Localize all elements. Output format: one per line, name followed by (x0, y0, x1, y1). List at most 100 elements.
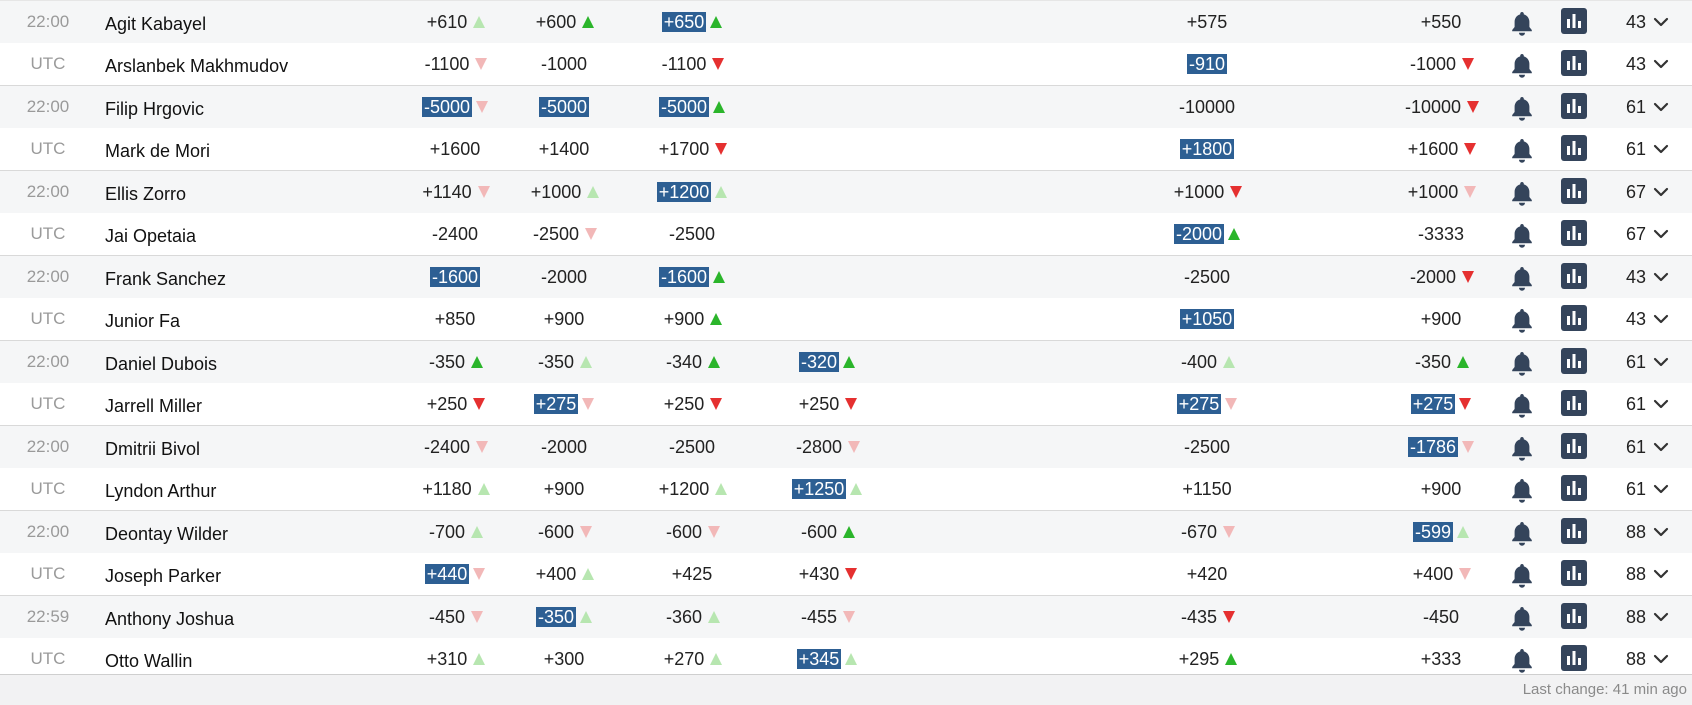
bell-icon[interactable] (1508, 605, 1536, 631)
chevron-down-icon[interactable] (1652, 480, 1670, 498)
odds-cell[interactable]: -1000 (504, 43, 624, 85)
bell-icon[interactable] (1508, 137, 1536, 163)
fighter-name[interactable]: Agit Kabayel (105, 1, 206, 43)
fighter-name[interactable]: Mark de Mori (105, 128, 210, 170)
chevron-down-icon[interactable] (1652, 98, 1670, 116)
props-count[interactable]: 88 (1618, 596, 1646, 638)
odds-cell[interactable]: +900 (632, 298, 752, 340)
odds-cell[interactable]: -599 (1381, 511, 1501, 553)
odds-cell[interactable]: -5000 (632, 86, 752, 128)
props-count[interactable]: 43 (1618, 298, 1646, 340)
odds-cell[interactable]: -1100 (632, 43, 752, 85)
odds-cell[interactable]: +900 (504, 468, 624, 510)
odds-cell[interactable]: -320 (767, 341, 887, 383)
props-count[interactable]: 88 (1618, 553, 1646, 595)
odds-cell[interactable]: -455 (767, 596, 887, 638)
bell-icon[interactable] (1508, 477, 1536, 503)
bar-chart-icon[interactable] (1561, 178, 1587, 204)
fighter-name[interactable]: Jai Opetaia (105, 213, 196, 255)
fighter-name[interactable]: Arslanbek Makhmudov (105, 43, 288, 85)
odds-cell[interactable]: +1150 (1147, 468, 1267, 510)
bell-icon[interactable] (1508, 52, 1536, 78)
odds-cell[interactable]: -2500 (504, 213, 624, 255)
chevron-down-icon[interactable] (1652, 268, 1670, 286)
odds-cell[interactable]: +1000 (504, 171, 624, 213)
odds-cell[interactable]: -3333 (1381, 213, 1501, 255)
bar-chart-icon[interactable] (1561, 8, 1587, 34)
odds-cell[interactable]: -1100 (395, 43, 515, 85)
fighter-name[interactable]: Anthony Joshua (105, 596, 234, 638)
odds-cell[interactable]: +250 (767, 383, 887, 425)
chevron-down-icon[interactable] (1652, 225, 1670, 243)
props-count[interactable]: 61 (1618, 86, 1646, 128)
fighter-name[interactable]: Lyndon Arthur (105, 468, 216, 510)
bar-chart-icon[interactable] (1561, 263, 1587, 289)
odds-cell[interactable]: +850 (395, 298, 515, 340)
fighter-name[interactable]: Joseph Parker (105, 553, 221, 595)
odds-cell[interactable]: +250 (395, 383, 515, 425)
bar-chart-icon[interactable] (1561, 348, 1587, 374)
odds-cell[interactable]: +275 (504, 383, 624, 425)
fighter-name[interactable]: Jarrell Miller (105, 383, 202, 425)
odds-cell[interactable]: -600 (632, 511, 752, 553)
fighter-name[interactable]: Deontay Wilder (105, 511, 228, 553)
bar-chart-icon[interactable] (1561, 390, 1587, 416)
chevron-down-icon[interactable] (1652, 183, 1670, 201)
fighter-name[interactable]: Dmitrii Bivol (105, 426, 200, 468)
odds-cell[interactable]: +1600 (1381, 128, 1501, 170)
odds-cell[interactable]: +275 (1147, 383, 1267, 425)
bell-icon[interactable] (1508, 222, 1536, 248)
odds-cell[interactable]: -2500 (632, 213, 752, 255)
bell-icon[interactable] (1508, 562, 1536, 588)
odds-cell[interactable]: +1140 (395, 171, 515, 213)
odds-cell[interactable]: -340 (632, 341, 752, 383)
odds-cell[interactable]: +600 (504, 1, 624, 43)
props-count[interactable]: 43 (1618, 1, 1646, 43)
bar-chart-icon[interactable] (1561, 475, 1587, 501)
odds-cell[interactable]: -1000 (1381, 43, 1501, 85)
props-count[interactable]: 88 (1618, 511, 1646, 553)
odds-cell[interactable]: +440 (395, 553, 515, 595)
bell-icon[interactable] (1508, 95, 1536, 121)
odds-cell[interactable]: -350 (504, 596, 624, 638)
fighter-name[interactable]: Ellis Zorro (105, 171, 186, 213)
bar-chart-icon[interactable] (1561, 603, 1587, 629)
bar-chart-icon[interactable] (1561, 93, 1587, 119)
odds-cell[interactable]: +650 (632, 1, 752, 43)
odds-cell[interactable]: -350 (1381, 341, 1501, 383)
chevron-down-icon[interactable] (1652, 395, 1670, 413)
odds-cell[interactable]: -1600 (632, 256, 752, 298)
bar-chart-icon[interactable] (1561, 220, 1587, 246)
chevron-down-icon[interactable] (1652, 438, 1670, 456)
bell-icon[interactable] (1508, 647, 1536, 673)
odds-cell[interactable]: -2400 (395, 426, 515, 468)
props-count[interactable]: 61 (1618, 383, 1646, 425)
fighter-name[interactable]: Frank Sanchez (105, 256, 226, 298)
chevron-down-icon[interactable] (1652, 523, 1670, 541)
odds-cell[interactable]: -1786 (1381, 426, 1501, 468)
chevron-down-icon[interactable] (1652, 55, 1670, 73)
props-count[interactable]: 43 (1618, 43, 1646, 85)
odds-cell[interactable]: +275 (1381, 383, 1501, 425)
props-count[interactable]: 61 (1618, 128, 1646, 170)
odds-cell[interactable]: +1800 (1147, 128, 1267, 170)
odds-cell[interactable]: -1600 (395, 256, 515, 298)
odds-cell[interactable]: -350 (395, 341, 515, 383)
props-count[interactable]: 67 (1618, 213, 1646, 255)
odds-cell[interactable]: -2400 (395, 213, 515, 255)
chevron-down-icon[interactable] (1652, 353, 1670, 371)
odds-cell[interactable]: +610 (395, 1, 515, 43)
odds-cell[interactable]: +575 (1147, 1, 1267, 43)
odds-cell[interactable]: +900 (1381, 468, 1501, 510)
odds-cell[interactable]: -2800 (767, 426, 887, 468)
odds-cell[interactable]: -450 (1381, 596, 1501, 638)
odds-cell[interactable]: +900 (1381, 298, 1501, 340)
odds-cell[interactable]: -600 (767, 511, 887, 553)
odds-cell[interactable]: +1200 (632, 171, 752, 213)
odds-cell[interactable]: -400 (1147, 341, 1267, 383)
chevron-down-icon[interactable] (1652, 608, 1670, 626)
odds-cell[interactable]: +1200 (632, 468, 752, 510)
bar-chart-icon[interactable] (1561, 645, 1587, 671)
odds-cell[interactable]: +1050 (1147, 298, 1267, 340)
odds-cell[interactable]: -2000 (504, 256, 624, 298)
